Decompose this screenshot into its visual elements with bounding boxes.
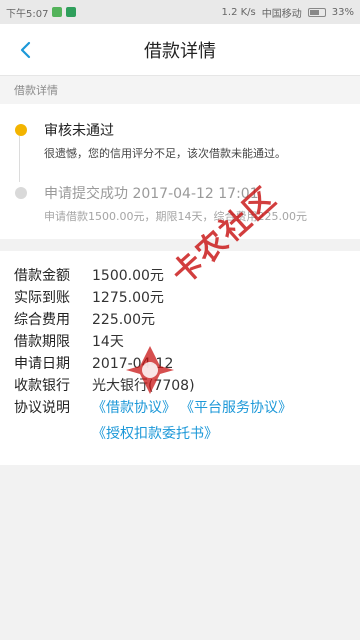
detail-row-date: 申请日期 2017-04-12: [14, 353, 346, 375]
detail-label: 借款期限: [14, 333, 70, 350]
agreement-links-row2: 《授权扣款委托书》: [14, 423, 346, 445]
detail-label: 实际到账: [14, 289, 70, 306]
loan-details: 借款金额 1500.00元 实际到账 1275.00元 综合费用 225.00元…: [0, 250, 360, 465]
timeline-step-rejected: 审核未通过 很遗憾，您的信用评分不足，该次借款未能通过。: [14, 120, 346, 161]
detail-label: 申请日期: [14, 355, 70, 372]
header: 借款详情: [0, 24, 360, 76]
detail-value: 光大银行(7708): [92, 377, 195, 394]
debit-authorization-link[interactable]: 《授权扣款委托书》: [92, 426, 218, 442]
agreement-links: 《借款协议》 《平台服务协议》: [92, 397, 292, 417]
status-bar: 下午5:07 1.2 K/s 中国移动 33%: [0, 0, 360, 24]
detail-row-received: 实际到账 1275.00元: [14, 287, 346, 309]
detail-label: 收款银行: [14, 377, 70, 394]
detail-label: 综合费用: [14, 311, 70, 328]
timeline-description: 申请借款1500.00元，期限14天，综合费用225.00元: [44, 210, 307, 224]
platform-service-agreement-link[interactable]: 《平台服务协议》: [180, 397, 292, 417]
status-timeline: 审核未通过 很遗憾，您的信用评分不足，该次借款未能通过。 申请提交成功 2017…: [0, 104, 360, 239]
timeline-title: 审核未通过: [44, 123, 114, 139]
detail-row-bank: 收款银行 光大银行(7708): [14, 375, 346, 397]
timeline-description: 很遗憾，您的信用评分不足，该次借款未能通过。: [44, 147, 286, 160]
status-dot-icon: [15, 187, 27, 200]
app-icon: [66, 7, 77, 17]
detail-value: 2017-04-12: [92, 355, 174, 372]
status-right: 1.2 K/s 中国移动 33%: [222, 5, 354, 20]
status-left: 下午5:07: [6, 5, 77, 20]
detail-value: 14天: [92, 333, 124, 350]
status-time: 下午5:07: [6, 8, 49, 20]
section-gap: [0, 238, 360, 251]
detail-row-term: 借款期限 14天: [14, 331, 346, 353]
detail-value: 1275.00元: [92, 289, 164, 306]
back-button[interactable]: [12, 36, 40, 64]
battery-icon: [307, 7, 326, 17]
carrier-name: 中国移动: [261, 8, 302, 20]
loan-agreement-link[interactable]: 《借款协议》: [92, 397, 176, 417]
detail-row-amount: 借款金额 1500.00元: [14, 265, 346, 287]
battery-level: 33%: [331, 6, 354, 18]
timeline-title: 申请提交成功 2017-04-12 17:01: [44, 186, 259, 203]
detail-row-agreements: 协议说明 《借款协议》 《平台服务协议》: [14, 397, 346, 419]
status-dot-icon: [15, 124, 27, 136]
detail-value: 225.00元: [92, 311, 155, 328]
page-title: 借款详情: [144, 40, 216, 62]
timeline-step-submitted: 申请提交成功 2017-04-12 17:01 申请借款1500.00元，期限1…: [14, 183, 346, 224]
network-speed: 1.2 K/s: [221, 6, 256, 18]
notification-icon: [52, 7, 63, 17]
detail-label: 借款金额: [14, 267, 70, 284]
chevron-left-icon: [20, 41, 31, 59]
section-label: 借款详情: [0, 76, 360, 104]
detail-row-fee: 综合费用 225.00元: [14, 309, 346, 331]
detail-value: 1500.00元: [92, 267, 164, 284]
detail-label: 协议说明: [14, 399, 70, 416]
